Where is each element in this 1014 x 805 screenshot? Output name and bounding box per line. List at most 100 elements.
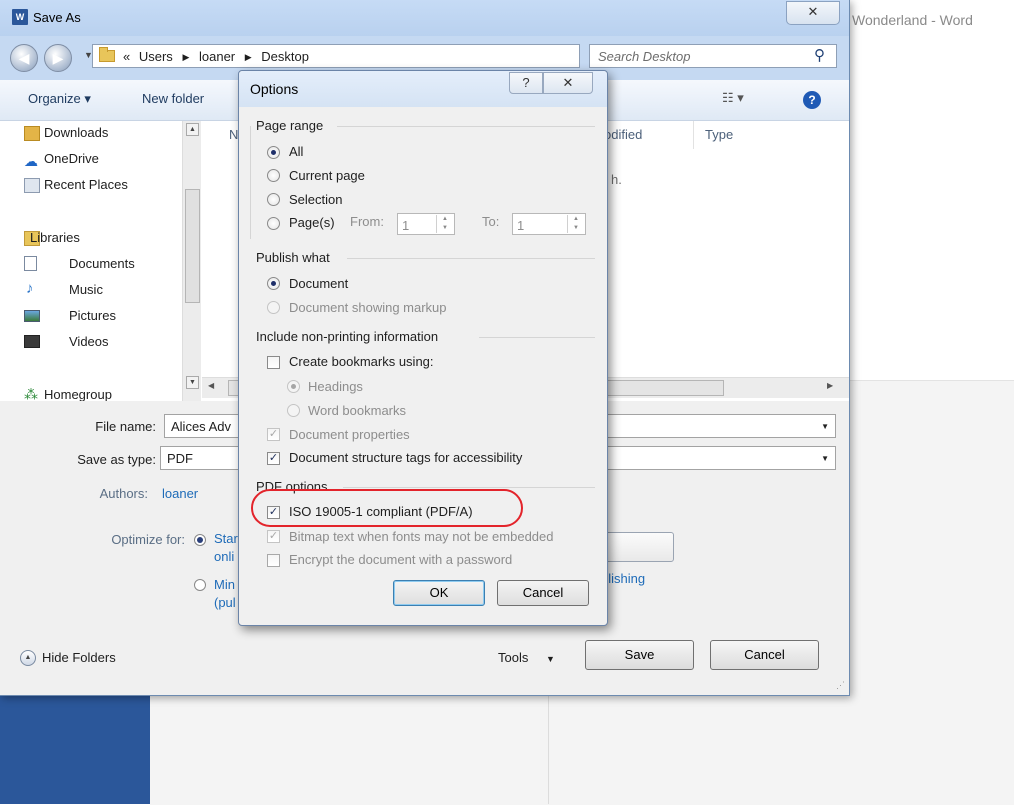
from-label: From:	[350, 214, 384, 229]
page-range-frame	[250, 126, 251, 239]
ok-button[interactable]: OK	[393, 580, 485, 606]
change-view-icon[interactable]: ☷ ▾	[722, 90, 744, 106]
create-bookmarks-label[interactable]: Create bookmarks using:	[289, 354, 434, 369]
nav-item-recent-places[interactable]: Recent Places	[44, 177, 128, 192]
scroll-down-icon[interactable]: ▼	[186, 376, 199, 389]
search-input[interactable]: Search Desktop ⚲	[589, 44, 837, 68]
page-range-pages-label[interactable]: Page(s)	[289, 215, 335, 230]
save-as-title: Save As	[33, 10, 81, 25]
scroll-up-icon[interactable]: ▲	[186, 123, 199, 136]
file-name-value: Alices Adv	[171, 419, 231, 434]
word-window-title: Wonderland - Word	[852, 12, 973, 28]
options-help-button[interactable]: ?	[509, 72, 543, 94]
resize-grip-icon[interactable]: ⋰	[836, 680, 845, 691]
bookmarks-word-radio[interactable]	[287, 404, 300, 417]
tools-dropdown-icon: ▼	[545, 654, 555, 664]
page-range-pages-radio[interactable]	[267, 217, 280, 230]
tools-menu-button[interactable]: Tools ▼	[498, 650, 555, 665]
spin-down-icon[interactable]: ▼	[568, 224, 584, 233]
nav-item-music[interactable]: Music	[69, 282, 103, 297]
options-cancel-button[interactable]: Cancel	[497, 580, 589, 606]
forward-arrow-icon[interactable]: ▶	[44, 44, 72, 72]
page-range-divider	[337, 126, 595, 127]
save-button[interactable]: Save	[585, 640, 694, 670]
scroll-right-icon[interactable]: ▶	[827, 381, 833, 390]
tools-label: Tools	[498, 650, 529, 665]
onedrive-cloud-icon: ☁	[24, 153, 38, 169]
nav-item-videos[interactable]: Videos	[69, 334, 109, 349]
breadcrumb-loaner[interactable]: loaner	[199, 49, 235, 64]
page-range-all-label[interactable]: All	[289, 144, 303, 159]
options-dialog: Options ? ✕ Page range All Current page …	[238, 70, 608, 626]
spin-up-icon[interactable]: ▲	[568, 215, 584, 224]
column-header-type[interactable]: Type	[705, 127, 733, 142]
structure-tags-checkbox[interactable]: ✓	[267, 452, 280, 465]
encrypt-checkbox[interactable]	[267, 554, 280, 567]
options-close-button[interactable]: ✕	[543, 72, 593, 94]
publish-document-label[interactable]: Document	[289, 276, 348, 291]
cancel-button[interactable]: Cancel	[710, 640, 819, 670]
nav-item-downloads[interactable]: Downloads	[44, 125, 108, 140]
publish-what-divider	[347, 258, 595, 259]
breadcrumb-overflow[interactable]: «	[123, 49, 130, 64]
pdf-options-divider	[343, 487, 595, 488]
optimize-minimum-label-1[interactable]: Min	[214, 577, 235, 592]
from-value: 1	[402, 218, 410, 233]
navigation-scrollbar[interactable]: ▲ ▼	[182, 121, 201, 401]
organize-button[interactable]: Organize ▾	[28, 91, 91, 107]
spin-up-icon[interactable]: ▲	[437, 215, 453, 224]
save-as-type-dropdown-icon[interactable]: ▼	[821, 454, 829, 463]
nav-item-homegroup[interactable]: Homegroup	[44, 387, 112, 401]
authors-value[interactable]: loaner	[162, 486, 198, 501]
breadcrumb-desktop[interactable]: Desktop	[261, 49, 309, 64]
music-icon: ♪	[26, 280, 34, 297]
page-range-current-label[interactable]: Current page	[289, 168, 365, 183]
navigation-scroll-thumb[interactable]	[185, 189, 200, 303]
collapse-up-icon: ▲	[20, 650, 36, 666]
encrypt-label: Encrypt the document with a password	[289, 552, 513, 567]
scroll-left-icon[interactable]: ◀	[208, 381, 214, 390]
optimize-standard-radio[interactable]	[194, 534, 206, 546]
structure-tags-label[interactable]: Document structure tags for accessibilit…	[289, 450, 522, 465]
word-app-icon: W	[12, 9, 28, 25]
folder-icon	[99, 47, 115, 62]
back-arrow-icon[interactable]: ◀	[10, 44, 38, 72]
from-spinner[interactable]: 1 ▲ ▼	[397, 213, 455, 235]
new-folder-button[interactable]: New folder	[142, 91, 204, 106]
optimize-minimum-radio[interactable]	[194, 579, 206, 591]
create-bookmarks-checkbox[interactable]	[267, 356, 280, 369]
page-range-current-radio[interactable]	[267, 169, 280, 182]
breadcrumb-separator-icon[interactable]: ▶	[245, 52, 252, 62]
optimize-standard-label-2[interactable]: onli	[214, 549, 234, 564]
breadcrumb-users[interactable]: Users	[139, 49, 173, 64]
to-spinner[interactable]: 1 ▲ ▼	[512, 213, 586, 235]
optimize-minimum-label-2[interactable]: (pul	[214, 595, 236, 610]
nav-item-documents[interactable]: Documents	[69, 256, 135, 271]
page-range-selection-label[interactable]: Selection	[289, 192, 342, 207]
publish-what-heading: Publish what	[256, 250, 330, 265]
optimize-standard-label-1[interactable]: Star	[214, 531, 238, 546]
bookmarks-headings-radio[interactable]	[287, 380, 300, 393]
help-icon[interactable]: ?	[803, 91, 821, 109]
breadcrumb: « Users ▶ loaner ▶ Desktop	[123, 49, 309, 64]
nav-item-pictures[interactable]: Pictures	[69, 308, 116, 323]
spin-down-icon[interactable]: ▼	[437, 224, 453, 233]
publish-document-radio[interactable]	[267, 277, 280, 290]
breadcrumb-separator-icon[interactable]: ▶	[182, 52, 189, 62]
document-properties-checkbox[interactable]: ✓	[267, 428, 280, 441]
authors-label: Authors:	[99, 486, 148, 501]
nav-item-onedrive[interactable]: OneDrive	[44, 151, 99, 166]
page-range-all-radio[interactable]	[267, 146, 280, 159]
search-icon[interactable]: ⚲	[814, 46, 825, 64]
save-as-close-button[interactable]: ✕	[786, 1, 840, 25]
column-header-name[interactable]: N	[229, 127, 238, 142]
recent-places-icon	[24, 178, 40, 193]
address-bar[interactable]: « Users ▶ loaner ▶ Desktop ▼ ⇆	[92, 44, 659, 68]
publish-markup-radio[interactable]	[267, 301, 280, 314]
column-header-date-modified[interactable]: odified	[604, 127, 642, 142]
nav-item-libraries[interactable]: Libraries	[30, 230, 80, 245]
bitmap-text-checkbox[interactable]: ✓	[267, 530, 280, 543]
bitmap-text-label: Bitmap text when fonts may not be embedd…	[289, 529, 554, 544]
page-range-selection-radio[interactable]	[267, 193, 280, 206]
file-name-dropdown-icon[interactable]: ▼	[821, 422, 829, 431]
